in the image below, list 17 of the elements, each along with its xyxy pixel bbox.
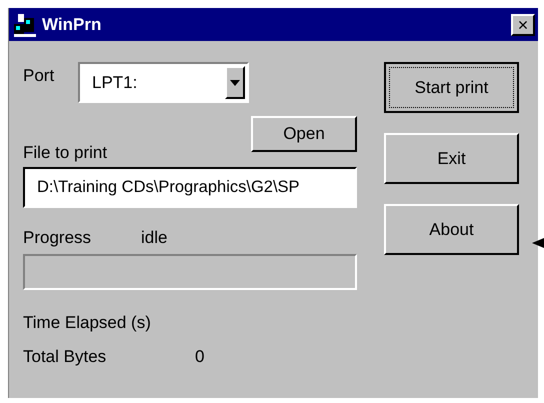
progress-label: Progress <box>23 227 92 250</box>
total-bytes-value: 0 <box>195 346 204 368</box>
total-bytes-label: Total Bytes <box>23 346 108 368</box>
progress-status: idle <box>141 227 168 250</box>
app-icon <box>12 12 38 38</box>
time-elapsed-label: Time Elapsed (s) <box>23 312 152 334</box>
close-button[interactable]: × <box>511 14 535 36</box>
port-dropdown[interactable]: LPT1: <box>78 62 249 103</box>
window-title: WinPrn <box>42 14 102 36</box>
file-path-field[interactable]: D:\Training CDs\Prographics\G2\SP <box>23 167 357 208</box>
port-label: Port <box>23 64 56 87</box>
action-button[interactable]: Start print <box>384 62 519 113</box>
pointer-arrow-icon <box>532 238 544 248</box>
action-button[interactable]: About <box>384 204 519 255</box>
action-button[interactable]: Exit <box>384 133 519 184</box>
open-button[interactable]: Open <box>251 116 357 152</box>
file-label: File to print <box>23 142 108 164</box>
